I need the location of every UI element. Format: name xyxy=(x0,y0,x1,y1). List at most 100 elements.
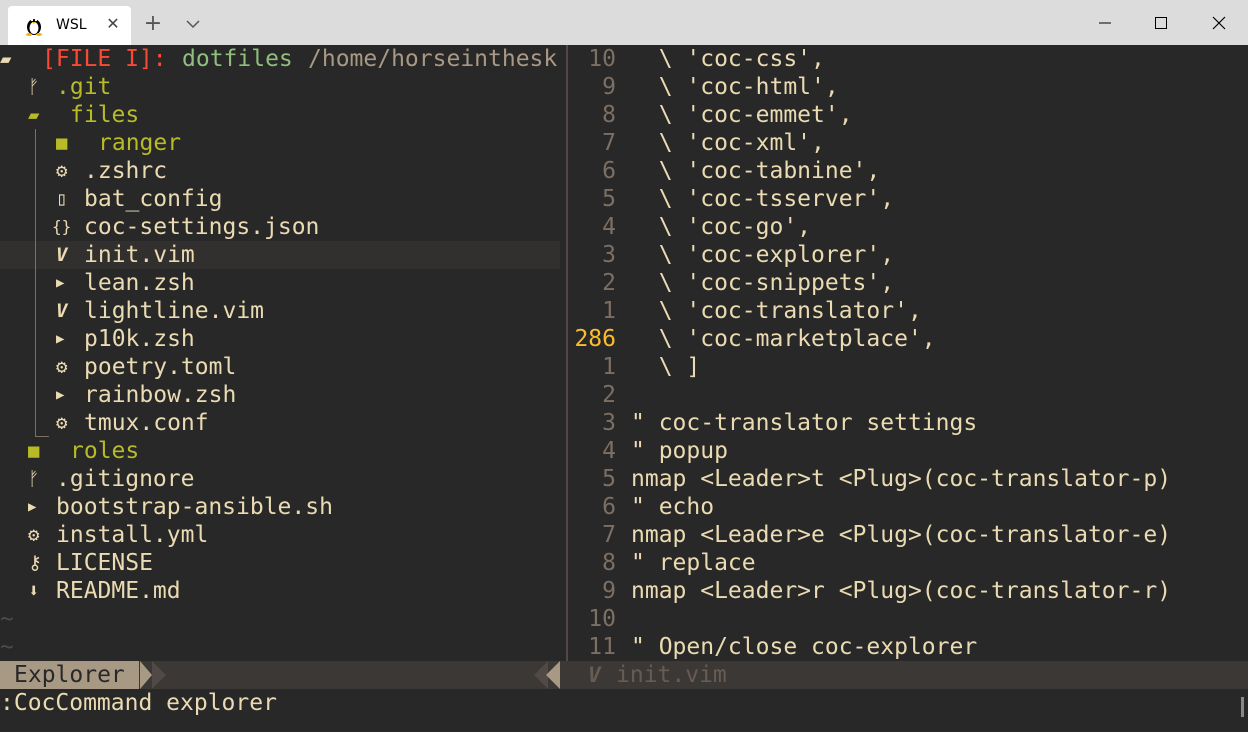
mode-indicator: Explorer xyxy=(0,661,139,689)
explorer-header-root: dotfiles xyxy=(182,46,293,72)
json-icon: {} xyxy=(52,217,72,236)
git-icon: ᚠ xyxy=(28,468,40,490)
line-number: 10 xyxy=(588,46,616,72)
code-line[interactable]: \ 'coc-tsserver', xyxy=(631,185,894,213)
file-icon: ▯ xyxy=(56,188,68,210)
code-line[interactable]: " replace xyxy=(631,549,756,577)
empty-line-tilde: ~ xyxy=(0,606,14,632)
powerline-arrow-left-icon xyxy=(534,661,574,689)
tree-item[interactable]: ■ ranger xyxy=(0,129,566,157)
linux-penguin-icon xyxy=(26,18,42,36)
code-line[interactable]: " Open/close coc-explorer xyxy=(631,633,977,661)
tree-item[interactable]: ⚙ poetry.toml xyxy=(0,353,566,381)
vim-icon: V xyxy=(588,663,601,687)
close-window-button[interactable] xyxy=(1196,0,1242,45)
tree-item[interactable]: ⬇ README.md xyxy=(0,577,566,605)
line-number: 11 xyxy=(588,634,616,660)
tab-title: WSL xyxy=(56,17,87,33)
tree-item[interactable]: ▶ rainbow.zsh xyxy=(0,381,566,409)
code-line[interactable]: nmap <Leader>t <Plug>(coc-translator-p) xyxy=(631,465,1171,493)
line-number: 3 xyxy=(602,410,616,436)
tab-dropdown-button[interactable] xyxy=(181,10,205,38)
code-line[interactable]: \ 'coc-css', xyxy=(631,45,825,73)
line-number: 5 xyxy=(602,466,616,492)
markdown-icon: ⬇ xyxy=(28,580,40,602)
terminal-icon: ▶ xyxy=(56,387,65,403)
code-line[interactable]: \ 'coc-translator', xyxy=(631,297,922,325)
tree-item[interactable]: ▶ lean.zsh xyxy=(0,269,566,297)
gear-icon: ⚙ xyxy=(56,412,68,434)
folder-icon: ■ xyxy=(56,132,68,154)
line-number: 2 xyxy=(602,270,616,296)
code-line[interactable]: " popup xyxy=(631,437,728,465)
gear-icon: ⚙ xyxy=(56,160,68,182)
terminal-area[interactable]: ▰ [FILE I]: dotfiles /home/horseinthesk … xyxy=(0,45,1248,732)
maximize-button[interactable] xyxy=(1138,0,1184,45)
tree-item[interactable]: ▯ bat_config xyxy=(0,185,566,213)
license-icon: ⚷ xyxy=(28,552,42,574)
code-line[interactable]: \ 'coc-explorer', xyxy=(631,241,894,269)
code-line[interactable]: nmap <Leader>r <Plug>(coc-translator-r) xyxy=(631,577,1171,605)
line-number: 4 xyxy=(602,438,616,464)
terminal-icon: ▶ xyxy=(56,331,65,347)
code-line[interactable]: \ 'coc-xml', xyxy=(631,129,825,157)
tree-item[interactable]: ᚠ .git xyxy=(0,73,566,101)
gear-icon: ⚙ xyxy=(56,356,68,378)
line-number: 1 xyxy=(602,354,616,380)
line-number: 9 xyxy=(602,74,616,100)
code-line[interactable]: \ 'coc-html', xyxy=(631,73,839,101)
line-number: 6 xyxy=(602,158,616,184)
vim-icon: V xyxy=(56,244,68,266)
code-line[interactable]: \ ] xyxy=(631,353,701,381)
line-number: 5 xyxy=(602,186,616,212)
tree-item[interactable]: ▶ bootstrap-ansible.sh xyxy=(0,493,566,521)
line-number: 1 xyxy=(602,298,616,324)
code-line[interactable]: \ 'coc-emmet', xyxy=(631,101,853,129)
tree-item[interactable]: ⚙ .zshrc xyxy=(0,157,566,185)
code-line[interactable]: \ 'coc-snippets', xyxy=(631,269,894,297)
scrollbar[interactable] xyxy=(1241,697,1244,717)
tree-item[interactable]: V lightline.vim xyxy=(0,297,566,325)
tree-item[interactable]: V init.vim xyxy=(0,241,566,269)
tree-item[interactable]: ■ roles xyxy=(0,437,566,465)
tree-item[interactable]: ▰ files xyxy=(0,101,566,129)
line-number: 3 xyxy=(602,242,616,268)
code-line[interactable]: \ 'coc-marketplace', xyxy=(631,325,936,353)
command-line[interactable]: :CocCommand explorer xyxy=(0,689,1218,717)
title-bar: WSL ✕ + xyxy=(0,0,1248,45)
explorer-header-tag: [FILE I]: xyxy=(42,46,167,72)
code-line[interactable]: \ 'coc-go', xyxy=(631,213,811,241)
tab-wsl[interactable]: WSL ✕ xyxy=(8,6,131,45)
line-number: 2 xyxy=(602,382,616,408)
tree-item[interactable]: ⚙ install.yml xyxy=(0,521,566,549)
status-file-name: init.vim xyxy=(616,662,727,688)
line-number: 8 xyxy=(602,550,616,576)
tree-item[interactable]: ▶ p10k.zsh xyxy=(0,325,566,353)
line-number: 9 xyxy=(602,578,616,604)
code-line[interactable]: " coc-translator settings xyxy=(631,409,977,437)
maximize-icon xyxy=(1155,16,1167,29)
tab-close-icon[interactable]: ✕ xyxy=(103,14,123,36)
minimize-icon xyxy=(1099,22,1111,23)
status-line: Explorer V init.vim xyxy=(0,661,1248,689)
tree-item[interactable]: {} coc-settings.json xyxy=(0,213,566,241)
tree-item[interactable]: ⚷ LICENSE xyxy=(0,549,566,577)
terminal-icon: ▶ xyxy=(28,499,37,515)
line-number: 8 xyxy=(602,102,616,128)
folder-icon: ■ xyxy=(28,440,40,462)
terminal-icon: ▶ xyxy=(56,275,65,291)
explorer-header: ▰ [FILE I]: dotfiles /home/horseinthesk xyxy=(0,45,566,73)
tree-item[interactable]: ᚠ .gitignore xyxy=(0,465,566,493)
minimize-button[interactable] xyxy=(1082,0,1128,45)
chevron-down-icon xyxy=(186,20,200,29)
code-line[interactable]: " echo xyxy=(631,493,714,521)
code-line[interactable]: \ 'coc-tabnine', xyxy=(631,157,881,185)
line-number: 6 xyxy=(602,494,616,520)
close-icon xyxy=(1212,16,1226,29)
code-line[interactable]: nmap <Leader>e <Plug>(coc-translator-e) xyxy=(631,521,1171,549)
git-icon: ᚠ xyxy=(28,76,40,98)
empty-line-tilde: ~ xyxy=(0,634,14,660)
folder-open-icon: ▰ xyxy=(28,104,40,126)
tree-item[interactable]: ⚙ tmux.conf xyxy=(0,409,566,437)
new-tab-button[interactable]: + xyxy=(141,10,165,38)
